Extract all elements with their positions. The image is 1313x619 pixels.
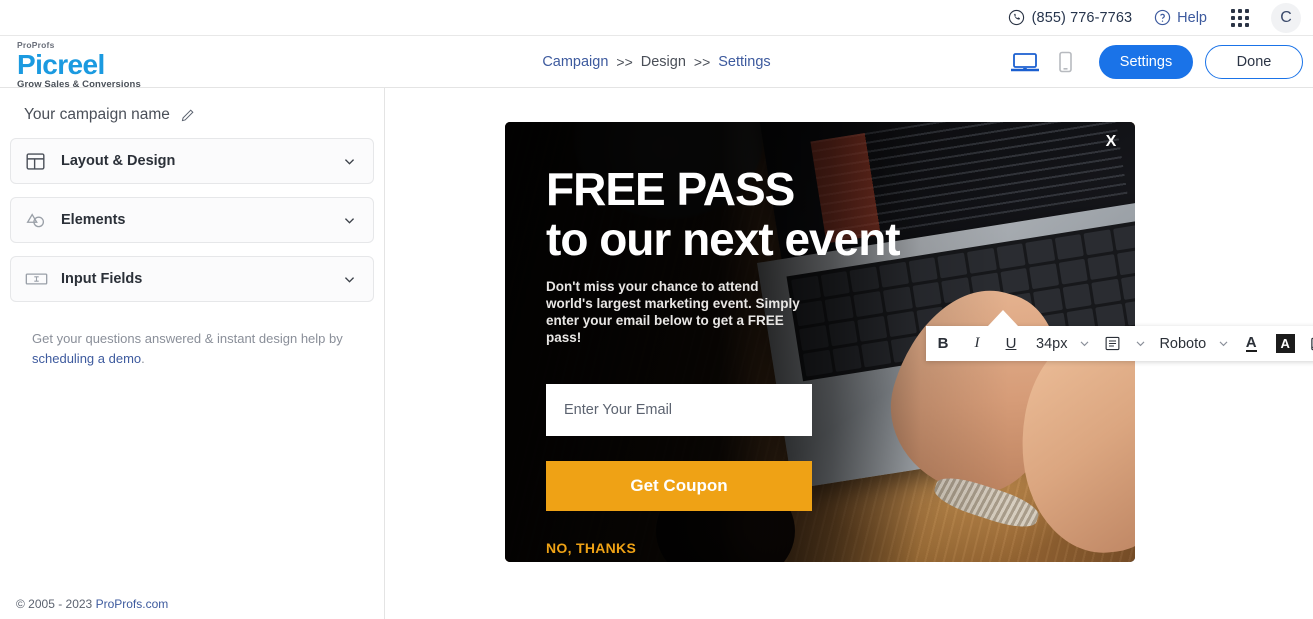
settings-button[interactable]: Settings xyxy=(1099,44,1193,79)
chevron-down-icon[interactable] xyxy=(1129,326,1151,361)
campaign-name-row[interactable]: Your campaign name xyxy=(0,88,384,138)
text-format-toolbar: B I U 34px Roboto A A xyxy=(926,310,1313,361)
get-coupon-button[interactable]: Get Coupon xyxy=(546,461,812,511)
chevron-down-icon[interactable] xyxy=(342,213,357,228)
no-thanks-link[interactable]: NO, THANKS xyxy=(546,540,636,556)
sidebar-panel-elements[interactable]: Elements xyxy=(10,197,374,243)
phone-block[interactable]: (855) 776-7763 xyxy=(1008,9,1133,26)
breadcrumb-separator: >> xyxy=(616,53,633,70)
chevron-down-icon[interactable] xyxy=(342,272,357,287)
pencil-icon[interactable] xyxy=(180,108,195,123)
breadcrumb: Campaign >> Design >> Settings xyxy=(497,54,817,70)
popup-headline-line1: FREE PASS xyxy=(546,163,795,215)
shapes-icon xyxy=(25,210,51,231)
breadcrumb-separator: >> xyxy=(693,53,711,70)
italic-button[interactable]: I xyxy=(960,326,994,361)
popup-body-text[interactable]: Don't miss your chance to attend world's… xyxy=(546,278,806,346)
apps-grid-icon[interactable] xyxy=(1231,8,1249,27)
help-button[interactable]: Help xyxy=(1154,9,1207,26)
popup-headline[interactable]: FREE PASS to our next event xyxy=(546,164,1135,264)
bold-button[interactable]: B xyxy=(926,326,960,361)
schedule-demo-link[interactable]: scheduling a demo xyxy=(32,351,141,366)
sidebar-panel-layout-design[interactable]: Layout & Design xyxy=(10,138,374,184)
chevron-down-icon[interactable] xyxy=(1073,326,1095,361)
sidebar-panel-label: Layout & Design xyxy=(61,153,176,169)
help-label: Help xyxy=(1177,9,1207,26)
toolbar-caret xyxy=(988,310,1018,326)
sidebar-panel-input-fields[interactable]: Input Fields xyxy=(10,256,374,302)
breadcrumb-item-campaign[interactable]: Campaign xyxy=(542,54,608,70)
input-field-icon xyxy=(25,270,51,288)
chevron-down-icon[interactable] xyxy=(1212,326,1234,361)
breadcrumb-item-design[interactable]: Design xyxy=(641,54,686,70)
insert-image-icon[interactable] xyxy=(1302,326,1313,361)
header-actions: Settings Done xyxy=(1005,44,1303,80)
copyright-text: © 2005 - 2023 xyxy=(16,597,96,611)
campaign-name-label: Your campaign name xyxy=(24,106,170,123)
phone-number: (855) 776-7763 xyxy=(1031,9,1133,26)
done-button[interactable]: Done xyxy=(1205,44,1303,79)
design-canvas: X FREE PASS to our next event Don't miss… xyxy=(386,88,1313,619)
email-input[interactable]: Enter Your Email xyxy=(546,384,812,436)
chevron-down-icon[interactable] xyxy=(342,154,357,169)
phone-circle-icon xyxy=(1008,9,1025,26)
highlight-color-icon[interactable]: A xyxy=(1268,326,1302,361)
underline-button[interactable]: U xyxy=(994,326,1028,361)
sidebar-panel-label: Elements xyxy=(61,212,126,228)
logo-picreel-label: Picreel xyxy=(17,49,105,80)
sidebar-help-text: Get your questions answered & instant de… xyxy=(0,315,384,369)
breadcrumb-item-settings[interactable]: Settings xyxy=(718,54,770,70)
app-root: (855) 776-7763 Help C ProProfs Picreel G… xyxy=(0,0,1313,619)
font-size-value[interactable]: 34px xyxy=(1028,326,1073,361)
text-color-icon[interactable]: A xyxy=(1234,326,1268,361)
question-circle-icon xyxy=(1154,9,1171,26)
proprofs-link[interactable]: ProProfs.com xyxy=(96,597,169,611)
utility-bar: (855) 776-7763 Help C xyxy=(0,0,1313,36)
sidebar: Your campaign name Layout & Design Eleme… xyxy=(0,88,385,619)
font-family-value[interactable]: Roboto xyxy=(1151,326,1212,361)
laptop-icon[interactable] xyxy=(1005,44,1045,80)
layout-grid-icon xyxy=(25,151,51,172)
sidebar-help-period: . xyxy=(141,351,145,366)
sidebar-help-sentence: Get your questions answered & instant de… xyxy=(32,331,343,346)
footer: © 2005 - 2023 ProProfs.com xyxy=(16,597,168,611)
avatar[interactable]: C xyxy=(1271,2,1301,33)
picreel-logo[interactable]: ProProfs Picreel Grow Sales & Conversion… xyxy=(17,40,217,90)
mobile-icon[interactable] xyxy=(1045,44,1085,80)
sidebar-panel-label: Input Fields xyxy=(61,271,143,287)
main-header: ProProfs Picreel Grow Sales & Conversion… xyxy=(0,36,1313,90)
text-align-icon[interactable] xyxy=(1095,326,1129,361)
popup-headline-line2: to our next event xyxy=(546,213,901,265)
